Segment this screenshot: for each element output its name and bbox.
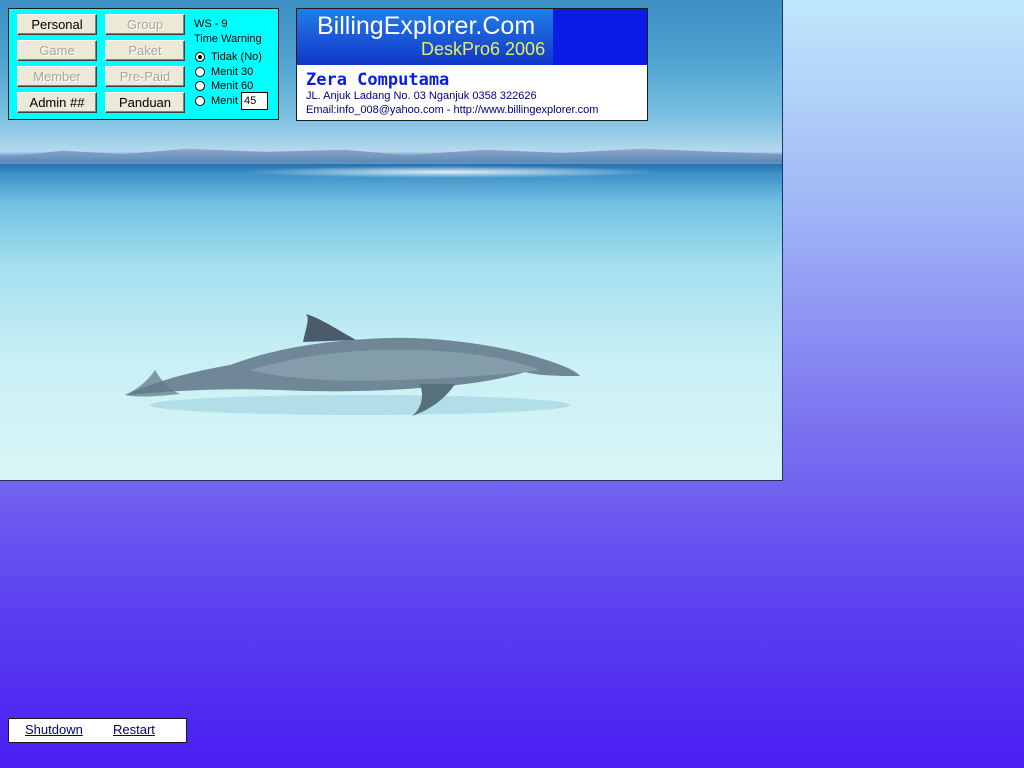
branding-banner: BillingExplorer.Com DeskPro6 2006 [297,9,647,65]
brand-title: BillingExplorer.Com [317,12,536,40]
wallpaper-mountains [0,148,782,164]
shutdown-link[interactable]: Shutdown [25,722,83,737]
radio-label: Menit [211,95,238,107]
branding-panel: BillingExplorer.Com DeskPro6 2006 Zera C… [296,8,648,121]
personal-button[interactable]: Personal [17,14,97,35]
panduan-button[interactable]: Panduan [105,92,185,113]
member-button[interactable]: Member [17,66,97,87]
control-panel: Personal Group Game Paket Member Pre-Pai… [8,8,279,120]
group-button[interactable]: Group [105,14,185,35]
radio-option-30[interactable]: Menit 30 [195,65,253,79]
radio-label: Tidak (No) [211,51,262,63]
radio-label: Menit 60 [211,80,254,92]
radio-button[interactable] [195,96,205,106]
paket-button[interactable]: Paket [105,40,185,61]
radio-option-custom[interactable]: Menit [195,94,238,108]
radio-button[interactable] [195,67,205,77]
restart-link[interactable]: Restart [113,722,155,737]
company-address: JL. Anjuk Ladang No. 03 Nganjuk 0358 322… [306,90,537,102]
radio-button[interactable] [195,81,205,91]
dolphin-image [125,314,580,416]
wallpaper-sun-glare [240,166,660,178]
game-button[interactable]: Game [17,40,97,61]
admin-button[interactable]: Admin ## [17,92,97,113]
workstation-label: WS - 9 [194,18,228,30]
radio-option-no[interactable]: Tidak (No) [195,50,262,64]
prepaid-button[interactable]: Pre-Paid [105,66,185,87]
time-warning-label: Time Warning [194,33,262,45]
radio-option-60[interactable]: Menit 60 [195,79,253,93]
radio-label: Menit 30 [211,66,254,78]
custom-minutes-input[interactable] [241,92,268,110]
company-contact: Email:info_008@yahoo.com - http://www.bi… [306,104,599,116]
brand-subtitle: DeskPro6 2006 [421,39,546,59]
company-name: Zera Computama [306,70,450,90]
power-bar: Shutdown Restart [8,718,187,743]
radio-button-checked[interactable] [195,52,205,62]
